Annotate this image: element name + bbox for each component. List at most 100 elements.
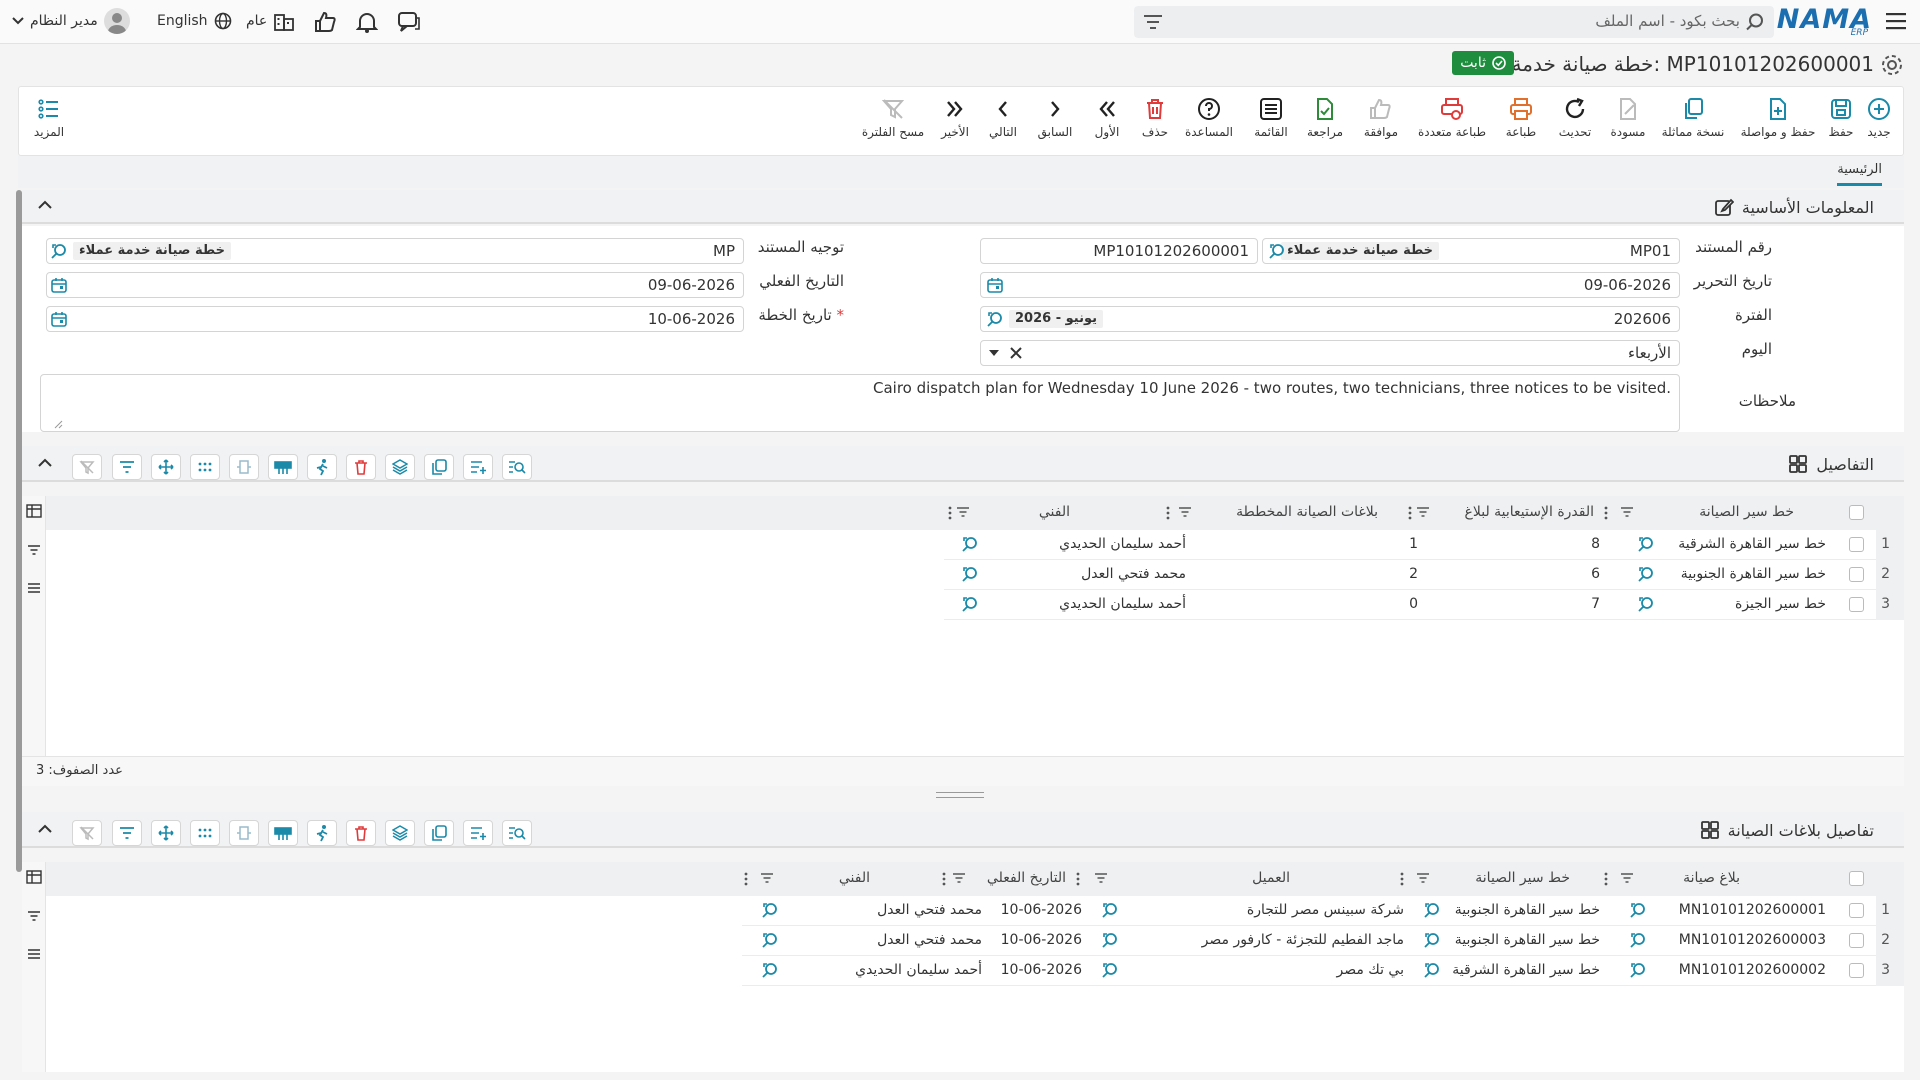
details-header[interactable]: التفاصيل	[22, 446, 1904, 482]
select-all-checkbox[interactable]	[1849, 871, 1864, 886]
table-row[interactable]: 2 خط سير القاهرة الجنوبية 6 2 محمد فتحي …	[944, 560, 1904, 590]
lookup-icon[interactable]	[962, 536, 978, 552]
review-button[interactable]: مراجعة	[1303, 97, 1347, 139]
language-selector[interactable]: English	[157, 12, 232, 30]
planned-cell[interactable]: 2	[1409, 566, 1418, 582]
help-button[interactable]: المساعدة	[1181, 97, 1237, 139]
technician-cell[interactable]: أحمد سليمان الحديدي	[1059, 536, 1186, 552]
dots-grid-icon[interactable]	[190, 820, 220, 846]
select-all-checkbox[interactable]	[1849, 505, 1864, 520]
col-technician-header[interactable]: الفني	[839, 870, 870, 886]
column-filter-icon[interactable]	[1416, 872, 1430, 884]
col-planned-header[interactable]: بلاغات الصيانة المخططة	[1236, 504, 1378, 520]
hamburger-menu-icon[interactable]	[1886, 12, 1906, 30]
route-cell[interactable]: خط سير القاهرة الشرقية	[1452, 962, 1600, 978]
lookup-icon[interactable]	[1102, 932, 1118, 948]
search-list-icon[interactable]	[502, 454, 532, 480]
copy-row-icon[interactable]	[424, 820, 454, 846]
delete-button[interactable]: حذف	[1137, 97, 1173, 139]
clear-x-icon[interactable]	[1009, 346, 1023, 360]
clear-filter-button[interactable]: مسح الفلترة	[861, 97, 925, 139]
runner-icon[interactable]	[307, 454, 337, 480]
logo[interactable]: NAMA ERP	[1777, 4, 1872, 40]
resize-splitter[interactable]	[936, 792, 984, 798]
thumbs-up-icon[interactable]	[314, 11, 336, 33]
column-filter-icon[interactable]	[956, 506, 970, 518]
actual-date-cell[interactable]: 10-06-2026	[1001, 962, 1082, 978]
search-list-icon[interactable]	[502, 820, 532, 846]
edit-date-field[interactable]: 09-06-2026	[980, 272, 1680, 298]
column-filter-icon[interactable]	[1620, 506, 1634, 518]
planned-cell[interactable]: 0	[1409, 596, 1418, 612]
row-checkbox[interactable]	[1849, 933, 1864, 948]
table-row[interactable]: 2 MN10101202600003 خط سير القاهرة الجنوب…	[742, 926, 1904, 956]
technician-cell[interactable]: أحمد سليمان الحديدي	[855, 962, 982, 978]
delete-row-icon[interactable]	[346, 820, 376, 846]
user-menu[interactable]: مدير النظام	[12, 8, 130, 34]
add-row-list-icon[interactable]	[463, 820, 493, 846]
table-insert-icon[interactable]	[268, 454, 298, 480]
column-filter-icon[interactable]	[1094, 872, 1108, 884]
scope-selector[interactable]: عام	[246, 11, 295, 31]
column-menu-icon[interactable]	[948, 506, 952, 520]
lookup-icon[interactable]	[1102, 962, 1118, 978]
row-checkbox[interactable]	[1849, 597, 1864, 612]
column-filter-icon[interactable]	[1178, 506, 1192, 518]
notices-header[interactable]: تفاصيل بلاغات الصيانة	[22, 812, 1904, 848]
lookup-icon[interactable]	[1424, 962, 1440, 978]
first-button[interactable]: الأول	[1089, 97, 1125, 139]
delete-row-icon[interactable]	[346, 454, 376, 480]
search-input[interactable]: بحث بكود - اسم الملف	[1595, 12, 1740, 30]
collapse-chevron-icon[interactable]	[38, 200, 52, 210]
column-menu-icon[interactable]	[744, 872, 748, 886]
column-menu-icon[interactable]	[942, 872, 946, 886]
approve-button[interactable]: موافقة	[1359, 97, 1403, 139]
lookup-icon[interactable]	[1424, 902, 1440, 918]
layers-icon[interactable]	[385, 820, 415, 846]
row-checkbox[interactable]	[1849, 537, 1864, 552]
filter-icon[interactable]	[112, 820, 142, 846]
col-technician-header[interactable]: الفني	[1039, 504, 1070, 520]
column-menu-icon[interactable]	[1400, 872, 1404, 886]
lookup-icon[interactable]	[51, 243, 67, 259]
add-row-list-icon[interactable]	[463, 454, 493, 480]
column-menu-icon[interactable]	[1604, 872, 1608, 886]
new-button[interactable]: جديد	[1859, 97, 1899, 139]
notice-cell[interactable]: MN10101202600001	[1679, 902, 1826, 918]
list-button[interactable]: القائمة	[1249, 97, 1293, 139]
doc-type-field[interactable]: MP01 خطة صيانة خدمة عملاء	[1262, 238, 1680, 264]
lookup-icon[interactable]	[762, 902, 778, 918]
tab-main[interactable]: الرئيسية	[1837, 162, 1882, 186]
col-capacity-header[interactable]: القدرة الإستيعابية لبلاغ	[1465, 504, 1594, 520]
technician-cell[interactable]: محمد فتحي العدل	[877, 932, 982, 948]
actual-date-cell[interactable]: 10-06-2026	[1001, 902, 1082, 918]
filter-icon[interactable]	[112, 454, 142, 480]
lookup-icon[interactable]	[1424, 932, 1440, 948]
col-route-header[interactable]: خط سير الصيانة	[1475, 870, 1570, 886]
lookup-icon[interactable]	[762, 962, 778, 978]
customer-cell[interactable]: شركة سبينس مصر للتجارة	[1247, 902, 1404, 918]
save-continue-button[interactable]: حفظ و مواصلة	[1735, 97, 1821, 139]
lookup-icon[interactable]	[1630, 932, 1646, 948]
column-menu-icon[interactable]	[1076, 872, 1080, 886]
filter-icon[interactable]	[27, 910, 41, 922]
move-icon[interactable]	[151, 454, 181, 480]
filter-icon[interactable]	[1144, 15, 1162, 29]
capacity-cell[interactable]: 8	[1591, 536, 1600, 552]
col-notice-header[interactable]: بلاغ صيانة	[1683, 870, 1740, 886]
doc-direction-field[interactable]: MP خطة صيانة خدمة عملاء	[46, 238, 744, 264]
table-row[interactable]: 3 خط سير الجيزة 7 0 أحمد سليمان الحديدي	[944, 590, 1904, 620]
notes-textarea[interactable]: Cairo dispatch plan for Wednesday 10 Jun…	[40, 374, 1680, 432]
technician-cell[interactable]: محمد فتحي العدل	[1081, 566, 1186, 582]
lookup-icon[interactable]	[762, 932, 778, 948]
col-route-header[interactable]: خط سير الصيانة	[1699, 504, 1794, 520]
clear-filter-icon[interactable]	[72, 820, 102, 846]
table-settings-icon[interactable]	[26, 504, 42, 518]
column-menu-icon[interactable]	[1408, 506, 1412, 520]
collapse-chevron-icon[interactable]	[38, 824, 52, 834]
calendar-icon[interactable]	[987, 277, 1003, 293]
lookup-icon[interactable]	[962, 566, 978, 582]
last-button[interactable]: الأخير	[937, 97, 973, 139]
actual-date-cell[interactable]: 10-06-2026	[1001, 932, 1082, 948]
route-cell[interactable]: خط سير القاهرة الجنوبية	[1455, 902, 1600, 918]
